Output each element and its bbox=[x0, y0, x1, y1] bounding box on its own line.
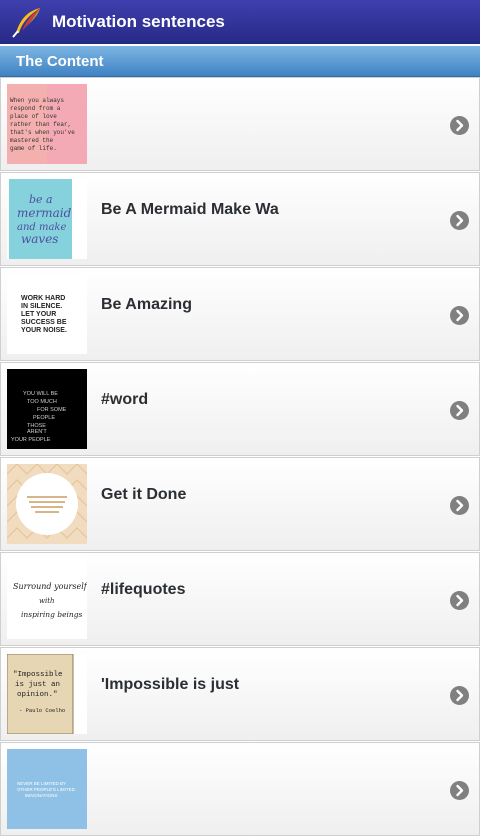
chevron-right-icon[interactable] bbox=[450, 591, 469, 610]
svg-text:TOO MUCH: TOO MUCH bbox=[27, 399, 57, 405]
svg-text:YOUR PEOPLE: YOUR PEOPLE bbox=[11, 437, 51, 443]
thumbnail-mermaid: be a mermaid and make waves bbox=[7, 179, 87, 259]
svg-text:respond from a: respond from a bbox=[10, 105, 61, 112]
svg-text:is just an: is just an bbox=[15, 681, 60, 689]
svg-text:IN SILENCE.: IN SILENCE. bbox=[21, 303, 62, 310]
chevron-right-icon[interactable] bbox=[450, 496, 469, 515]
chevron-right-icon[interactable] bbox=[450, 211, 469, 230]
item-label: Be Amazing bbox=[101, 296, 192, 313]
chevron-right-icon[interactable] bbox=[450, 401, 469, 420]
feather-pen-icon[interactable] bbox=[10, 5, 44, 39]
svg-text:rather than fear,: rather than fear, bbox=[10, 121, 71, 128]
svg-text:"Impossible: "Impossible bbox=[13, 671, 63, 679]
svg-text:IMAGINATIONS: IMAGINATIONS bbox=[25, 793, 57, 798]
svg-text:place of love: place of love bbox=[10, 113, 57, 120]
content-list: When you always respond from a place of … bbox=[0, 77, 480, 836]
chevron-right-icon[interactable] bbox=[450, 686, 469, 705]
item-label: Get it Done bbox=[101, 486, 187, 503]
item-label: 'Impossible is just bbox=[101, 676, 240, 693]
svg-text:When you always: When you always bbox=[10, 97, 64, 104]
svg-text:AREN'T: AREN'T bbox=[27, 429, 47, 435]
chevron-right-icon[interactable] bbox=[450, 781, 469, 800]
svg-text:Surround yourself: Surround yourself bbox=[13, 582, 87, 591]
list-item[interactable]: YOU WILL BE TOO MUCH FOR SOME PEOPLE THO… bbox=[0, 362, 480, 456]
item-label: Be A Mermaid Make Wa bbox=[101, 201, 279, 218]
svg-text:SUCCESS BE: SUCCESS BE bbox=[21, 319, 67, 326]
svg-text:- Paulo Coelho: - Paulo Coelho bbox=[19, 707, 65, 714]
list-item[interactable]: NEVER BE LIMITED BY OTHER PEOPLE'S LIMIT… bbox=[0, 742, 480, 836]
svg-text:waves: waves bbox=[21, 232, 58, 246]
svg-text:YOUR NOISE.: YOUR NOISE. bbox=[21, 327, 67, 334]
thumbnail-get-it-done bbox=[7, 464, 87, 544]
svg-text:FOR SOME: FOR SOME bbox=[37, 407, 67, 413]
thumbnail-too-much: YOU WILL BE TOO MUCH FOR SOME PEOPLE THO… bbox=[7, 369, 87, 449]
svg-text:game of life.: game of life. bbox=[10, 145, 57, 152]
svg-text:be a: be a bbox=[29, 193, 53, 206]
chevron-right-icon[interactable] bbox=[450, 306, 469, 325]
list-item[interactable]: When you always respond from a place of … bbox=[0, 77, 480, 171]
svg-text:inspiring beings: inspiring beings bbox=[21, 610, 83, 619]
svg-text:LET YOUR: LET YOUR bbox=[21, 311, 56, 318]
app-bar: Motivation sentences bbox=[0, 0, 480, 44]
svg-text:that's when you've: that's when you've bbox=[10, 129, 75, 136]
list-item[interactable]: "Impossible is just an opinion." - Paulo… bbox=[0, 647, 480, 741]
section-title: The Content bbox=[16, 52, 104, 70]
list-item[interactable]: WORK HARD IN SILENCE. LET YOUR SUCCESS B… bbox=[0, 267, 480, 361]
list-item[interactable]: be a mermaid and make waves Be A Mermaid… bbox=[0, 172, 480, 266]
list-item[interactable]: Get it Done bbox=[0, 457, 480, 551]
item-label: #lifequotes bbox=[101, 581, 186, 598]
svg-text:opinion.": opinion." bbox=[17, 691, 58, 699]
thumbnail-surround-yourself: Surround yourself with inspiring beings bbox=[7, 559, 87, 639]
thumbnail-work-hard: WORK HARD IN SILENCE. LET YOUR SUCCESS B… bbox=[7, 274, 87, 354]
svg-text:YOU WILL BE: YOU WILL BE bbox=[23, 391, 58, 397]
chevron-right-icon[interactable] bbox=[450, 116, 469, 135]
svg-text:mermaid: mermaid bbox=[17, 206, 72, 220]
section-header: The Content bbox=[0, 46, 480, 77]
svg-text:PEOPLE: PEOPLE bbox=[33, 415, 55, 421]
list-item[interactable]: Surround yourself with inspiring beings … bbox=[0, 552, 480, 646]
svg-text:with: with bbox=[39, 597, 55, 605]
item-label: #word bbox=[101, 391, 149, 408]
svg-text:WORK HARD: WORK HARD bbox=[21, 295, 65, 302]
thumbnail-never-be-limited: NEVER BE LIMITED BY OTHER PEOPLE'S LIMIT… bbox=[7, 749, 87, 829]
thumbnail-love-quote: When you always respond from a place of … bbox=[7, 84, 87, 164]
svg-text:OTHER PEOPLE'S LIMITED: OTHER PEOPLE'S LIMITED bbox=[17, 787, 76, 792]
svg-text:NEVER BE LIMITED BY: NEVER BE LIMITED BY bbox=[17, 781, 66, 786]
app-title: Motivation sentences bbox=[52, 12, 225, 31]
svg-text:mastered the: mastered the bbox=[10, 137, 54, 144]
thumbnail-impossible: "Impossible is just an opinion." - Paulo… bbox=[7, 654, 87, 734]
